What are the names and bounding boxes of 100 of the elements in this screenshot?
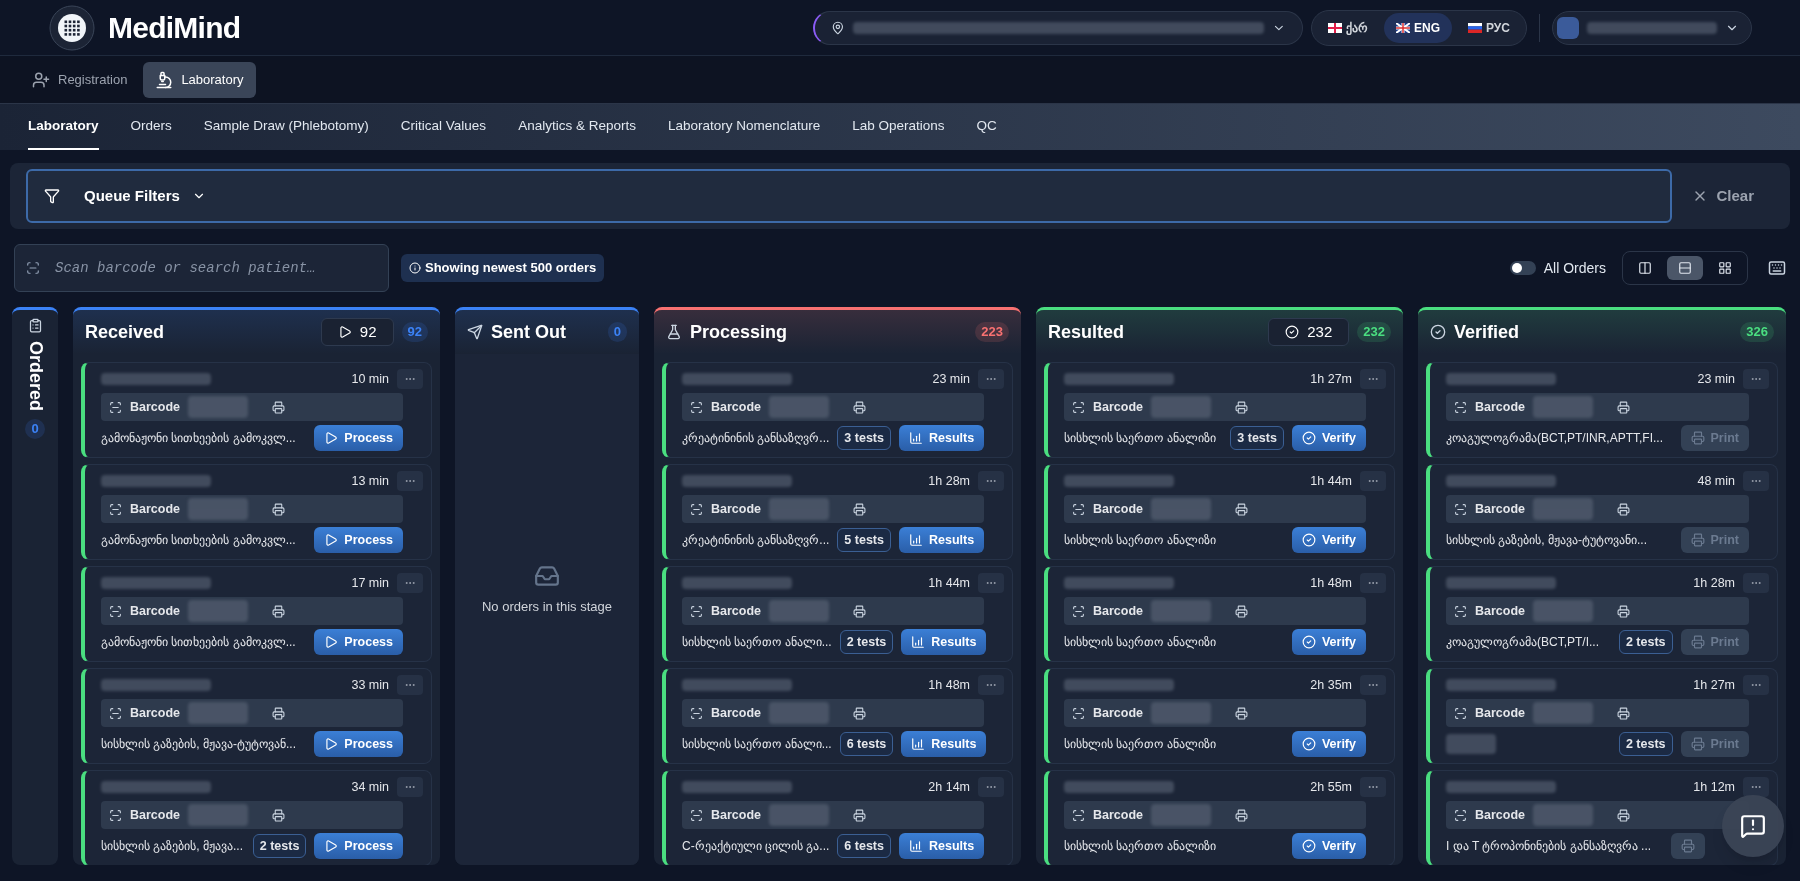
stage-count: 232 — [1357, 322, 1391, 342]
stage-title: Ordered — [24, 341, 47, 412]
barcode-label: Barcode — [1475, 806, 1526, 824]
order-card[interactable]: 13 min Barcode გამონაჟონი სითხეების გამოკვლ... Process — [81, 464, 432, 560]
order-card[interactable]: 1h 44m Barcode სისხლის საერთო ანალიზი Verify — [1044, 464, 1395, 560]
stage-title: Processing — [690, 320, 788, 344]
elapsed-time: 34 min — [351, 778, 389, 796]
results-button[interactable]: Results — [898, 527, 985, 553]
results-button[interactable]: Results — [898, 425, 985, 451]
order-card[interactable]: 34 min Barcode სისხლის გაზების, მჟავა... 2 tests Process — [81, 770, 432, 865]
nav-tab[interactable]: Orders — [130, 104, 172, 150]
tests-count: 2 tests — [252, 833, 307, 859]
elapsed-time: 10 min — [351, 370, 389, 388]
barcode-label: Barcode — [1093, 806, 1144, 824]
stage-title: Received — [85, 320, 165, 344]
clear-button[interactable]: Clear — [1692, 184, 1754, 208]
order-card[interactable]: 1h 28m Barcode კრეატინინის განსაზღვრ... 5 tests Results — [662, 464, 1013, 560]
results-button[interactable]: Results — [901, 731, 987, 757]
queue-count[interactable]: 232 — [1268, 317, 1350, 347]
elapsed-time: 2h 55m — [1310, 778, 1352, 796]
order-card[interactable]: 1h 27m Barcode 2 tests Print — [1426, 668, 1778, 764]
empty-message: No orders in this stage — [481, 597, 613, 616]
nav-tab[interactable]: QC — [976, 104, 997, 150]
test-name: სისხლის საერთო ანალიზი — [1064, 430, 1216, 447]
language-option[interactable]: ENG — [1384, 12, 1452, 43]
stage-count: 223 — [975, 322, 1009, 342]
collapsed-column[interactable]: Ordered 0 — [12, 307, 58, 865]
order-card[interactable]: 1h 44m Barcode სისხლის საერთო ანალი... 2 tests Results — [662, 566, 1013, 662]
info-text: Showing newest 500 orders — [425, 259, 597, 278]
process-button[interactable]: Process — [314, 425, 403, 451]
tests-count: 2 tests — [1618, 629, 1673, 655]
barcode-label: Barcode — [130, 806, 181, 824]
verify-button[interactable]: Verify — [1291, 425, 1366, 451]
test-name: სისხლის საერთო ანალიზი — [1064, 532, 1216, 549]
order-card[interactable]: 1h 27m Barcode სისხლის საერთო ანალიზი 3 tests Verify — [1044, 362, 1395, 458]
verify-button[interactable]: Verify — [1291, 629, 1366, 655]
order-card[interactable]: 17 min Barcode გამონაჟონი სითხეების გამოკვლ... Process — [81, 566, 432, 662]
barcode-label: Barcode — [1475, 398, 1526, 416]
order-card[interactable]: 1h 48m Barcode სისხლის საერთო ანალი... 6 tests Results — [662, 668, 1013, 764]
order-card[interactable]: 23 min Barcode კრეატინინის განსაზღვრ... 3 tests Results — [662, 362, 1013, 458]
elapsed-time: 48 min — [1697, 472, 1735, 490]
test-name: სისხლის გაზების, მჟავა-ტუტოვანი... — [1446, 532, 1647, 549]
process-button[interactable]: Process — [314, 527, 403, 553]
nav-tab[interactable]: Lab Operations — [852, 104, 945, 150]
module-tab[interactable]: Registration — [20, 61, 140, 98]
barcode-label: Barcode — [130, 602, 181, 620]
test-name: კრეატინინის განსაზღვრ... — [682, 532, 830, 549]
verify-button[interactable]: Verify — [1291, 527, 1366, 553]
test-name: გამონაჟონი სითხეების გამოკვლ... — [101, 532, 296, 549]
nav-tab[interactable]: Critical Values — [400, 104, 487, 150]
elapsed-time: 13 min — [351, 472, 389, 490]
barcode-label: Barcode — [1093, 704, 1144, 722]
test-name: გამონაჟონი სითხეების გამოკვლ... — [101, 634, 296, 651]
results-button[interactable]: Results — [901, 629, 987, 655]
nav-tab[interactable]: Analytics & Reports — [518, 104, 636, 150]
queue-filters-toggle[interactable]: Queue Filters — [26, 169, 1673, 223]
order-card[interactable]: 2h 14m Barcode C-რეაქტიული ცილის გა... 6 tests Results — [662, 770, 1013, 865]
stage-count: 0 — [607, 322, 627, 342]
test-name: გამონაჟონი სითხეების გამოკვლ... — [101, 430, 296, 447]
barcode-label: Barcode — [1475, 500, 1526, 518]
stage-title: Verified — [1454, 320, 1520, 344]
elapsed-time: 1h 28m — [1693, 574, 1735, 592]
order-card[interactable]: 1h 28m Barcode კოაგულოგრამა(BCT,PT/I... 2 tests Print — [1426, 566, 1778, 662]
test-name: სისხლის საერთო ანალი... — [682, 634, 832, 651]
nav-tab[interactable]: Laboratory — [28, 104, 99, 150]
verify-button[interactable]: Verify — [1291, 833, 1366, 859]
barcode-label: Barcode — [1475, 704, 1526, 722]
module-tab[interactable]: Laboratory — [143, 61, 256, 98]
tests-count: 3 tests — [1230, 425, 1284, 451]
nav-tab[interactable]: Laboratory Nomenclature — [667, 104, 821, 150]
language-option[interactable]: ქარ — [1316, 12, 1380, 43]
elapsed-time: 1h 28m — [928, 472, 970, 490]
search-field[interactable]: Scan barcode or search patient… — [14, 244, 389, 292]
order-card[interactable]: 33 min Barcode სისხლის გაზების, მჟავა-ტუტოვან... Process — [81, 668, 432, 764]
elapsed-time: 2h 35m — [1310, 676, 1352, 694]
barcode-label: Barcode — [711, 398, 762, 416]
language-option[interactable]: РУС — [1456, 12, 1522, 43]
elapsed-time: 23 min — [932, 370, 970, 388]
tests-count: 6 tests — [837, 833, 891, 859]
test-name: I და T ტროპონინების განსაზღვრა ... — [1446, 838, 1652, 855]
process-button[interactable]: Process — [314, 731, 403, 757]
barcode-label: Barcode — [130, 398, 181, 416]
elapsed-time: 1h 48m — [1310, 574, 1352, 592]
order-card[interactable]: 2h 55m Barcode სისხლის საერთო ანალიზი Verify — [1044, 770, 1395, 865]
order-card[interactable]: 10 min Barcode გამონაჟონი სითხეების გამოკვლ... Process — [81, 362, 432, 458]
order-card[interactable]: 1h 48m Barcode სისხლის საერთო ანალიზი Verify — [1044, 566, 1395, 662]
test-name: კოაგულოგრამა(BCT,PT/INR,APTT,FI... — [1446, 430, 1663, 447]
process-button[interactable]: Process — [314, 833, 403, 859]
elapsed-time: 2h 14m — [928, 778, 970, 796]
process-button[interactable]: Process — [314, 629, 403, 655]
stage-count: 0 — [25, 419, 45, 439]
order-card[interactable]: 1h 12m Barcode I და T ტროპონინების განსაზღვრა ... — [1426, 770, 1778, 865]
all-orders-label: All Orders — [1543, 258, 1606, 278]
nav-tab[interactable]: Sample Draw (Phlebotomy) — [203, 104, 369, 150]
queue-count[interactable]: 92 — [320, 317, 394, 347]
order-card[interactable]: 2h 35m Barcode სისხლის საერთო ანალიზი Verify — [1044, 668, 1395, 764]
order-card[interactable]: 48 min Barcode სისხლის გაზების, მჟავა-ტუტოვანი... Print — [1426, 464, 1778, 560]
order-card[interactable]: 23 min Barcode კოაგულოგრამა(BCT,PT/INR,APTT,FI... Print — [1426, 362, 1778, 458]
verify-button[interactable]: Verify — [1291, 731, 1366, 757]
results-button[interactable]: Results — [898, 833, 985, 859]
